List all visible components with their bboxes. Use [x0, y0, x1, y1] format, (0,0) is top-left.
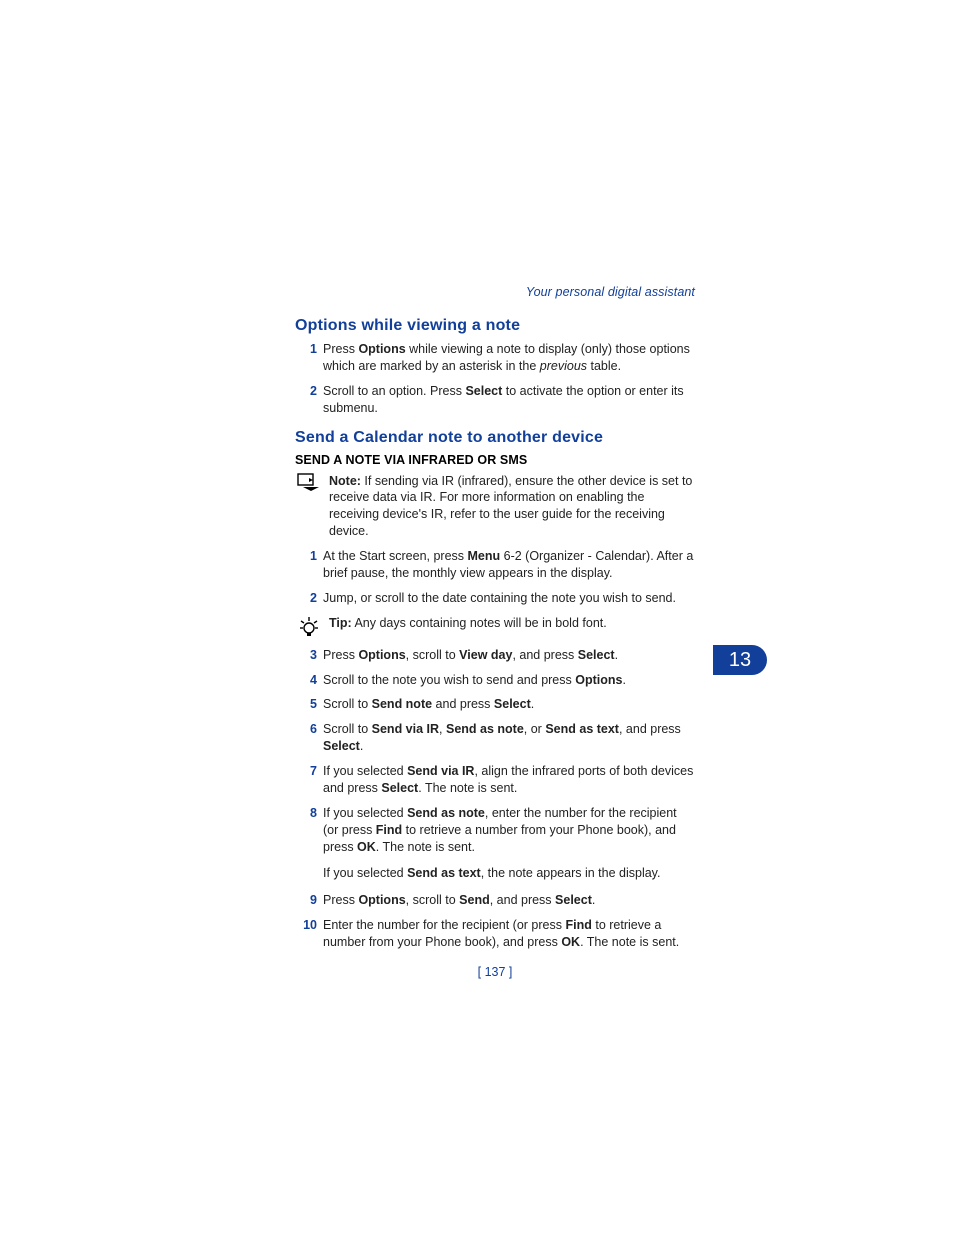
running-head: Your personal digital assistant — [295, 285, 695, 299]
list-section2c: 9 Press Options, scroll to Send, and pres… — [295, 892, 695, 951]
list-section1: 1 Press Options while viewing a note to d… — [295, 341, 695, 417]
step-text: Scroll to the note you wish to send and … — [323, 672, 695, 689]
page-number: [ 137 ] — [295, 965, 695, 979]
paragraph-after-8: If you selected Send as text, the note a… — [323, 865, 695, 882]
step-text: Press Options, scroll to View day, and p… — [323, 647, 695, 664]
heading-send-calendar-note: Send a Calendar note to another device — [295, 429, 695, 447]
step-text: If you selected Send as note, enter the … — [323, 805, 695, 856]
list-item: 7 If you selected Send via IR, align the … — [295, 763, 695, 797]
list-item: 10 Enter the number for the recipient (or… — [295, 917, 695, 951]
step-number: 9 — [295, 892, 317, 909]
subheading-send-via-ir-sms: SEND A NOTE VIA INFRARED OR SMS — [295, 453, 695, 467]
page-content: Your personal digital assistant Options … — [295, 285, 695, 959]
note-text: Note: If sending via IR (infrared), ensu… — [329, 473, 695, 541]
step-text: Scroll to an option. Press Select to act… — [323, 383, 695, 417]
step-text: Press Options, scroll to Send, and press… — [323, 892, 695, 909]
note-icon — [295, 473, 323, 493]
step-text: Jump, or scroll to the date containing t… — [323, 590, 695, 607]
step-number: 8 — [295, 805, 317, 822]
list-item: 1 Press Options while viewing a note to d… — [295, 341, 695, 375]
step-number: 2 — [295, 590, 317, 607]
tip-icon — [295, 615, 323, 639]
note-callout: Note: If sending via IR (infrared), ensu… — [295, 473, 695, 541]
step-text: Press Options while viewing a note to di… — [323, 341, 695, 375]
step-number: 7 — [295, 763, 317, 780]
list-item: 1 At the Start screen, press Menu 6-2 (Or… — [295, 548, 695, 582]
step-number: 2 — [295, 383, 317, 400]
step-text: If you selected Send via IR, align the i… — [323, 763, 695, 797]
step-number: 5 — [295, 696, 317, 713]
chapter-tab: 13 — [713, 645, 767, 675]
list-item: 4 Scroll to the note you wish to send and… — [295, 672, 695, 689]
step-number: 4 — [295, 672, 317, 689]
tip-callout: Tip: Any days containing notes will be i… — [295, 615, 695, 639]
list-item: 8 If you selected Send as note, enter the… — [295, 805, 695, 856]
step-text: Enter the number for the recipient (or p… — [323, 917, 695, 951]
list-section2a: 1 At the Start screen, press Menu 6-2 (Or… — [295, 548, 695, 607]
step-number: 6 — [295, 721, 317, 738]
list-section2b: 3 Press Options, scroll to View day, and … — [295, 647, 695, 856]
step-text: Scroll to Send via IR, Send as note, or … — [323, 721, 695, 755]
step-number: 3 — [295, 647, 317, 664]
list-item: 9 Press Options, scroll to Send, and pres… — [295, 892, 695, 909]
step-number: 10 — [295, 917, 317, 934]
list-item: 5 Scroll to Send note and press Select. — [295, 696, 695, 713]
list-item: 2 Jump, or scroll to the date containing … — [295, 590, 695, 607]
list-item: 3 Press Options, scroll to View day, and … — [295, 647, 695, 664]
step-number: 1 — [295, 341, 317, 358]
list-item: 2 Scroll to an option. Press Select to ac… — [295, 383, 695, 417]
step-number: 1 — [295, 548, 317, 565]
step-text: Scroll to Send note and press Select. — [323, 696, 695, 713]
step-text: At the Start screen, press Menu 6-2 (Org… — [323, 548, 695, 582]
heading-options-viewing-note: Options while viewing a note — [295, 317, 695, 335]
list-item: 6 Scroll to Send via IR, Send as note, or… — [295, 721, 695, 755]
tip-text: Tip: Any days containing notes will be i… — [329, 615, 695, 632]
